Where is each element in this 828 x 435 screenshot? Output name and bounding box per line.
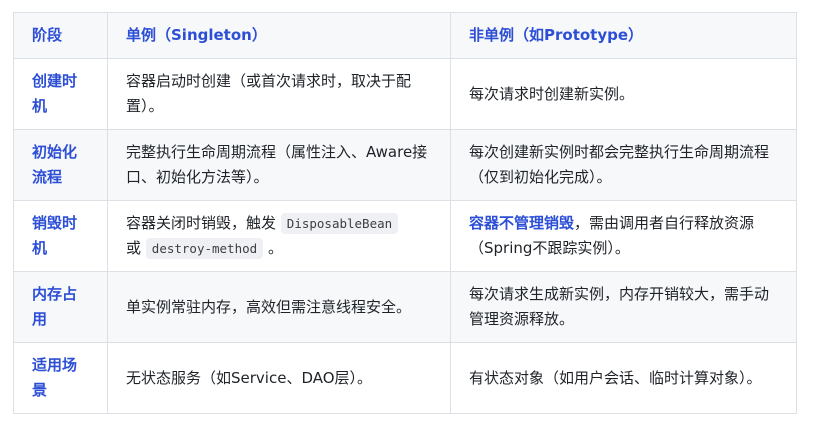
prototype-cell: 容器不管理销毁，需由调用者自行释放资源（Spring不跟踪实例）。	[450, 200, 797, 272]
prototype-strong-text: 容器不管理销毁	[469, 214, 575, 232]
singleton-cell: 完整执行生命周期流程（属性注入、Aware接口、初始化方法等）。	[107, 129, 451, 201]
singleton-text-or: 或	[126, 239, 142, 257]
singleton-cell: 容器启动时创建（或首次请求时，取决于配置）。	[107, 58, 451, 130]
comparison-table-container: 阶段 单例（Singleton） 非单例（如Prototype） 创建时机 容器…	[13, 12, 797, 414]
singleton-cell: 单实例常驻内存，高效但需注意线程安全。	[107, 271, 451, 343]
header-singleton: 单例（Singleton）	[107, 12, 451, 59]
header-stage: 阶段	[13, 12, 108, 59]
prototype-cell: 有状态对象（如用户会话、临时计算对象）。	[450, 342, 797, 414]
singleton-text-pre: 容器关闭时销毁，触发	[126, 214, 277, 232]
singleton-cell: 无状态服务（如Service、DAO层）。	[107, 342, 451, 414]
table-row: 内存占用 单实例常驻内存，高效但需注意线程安全。 每次请求生成新实例，内存开销较…	[13, 271, 797, 343]
table-row: 销毁时机 容器关闭时销毁，触发 DisposableBean 或 destroy-…	[13, 200, 797, 272]
singleton-text-end: 。	[267, 239, 283, 257]
stage-cell: 创建时机	[13, 58, 108, 130]
prototype-cell: 每次请求生成新实例，内存开销较大，需手动管理资源释放。	[450, 271, 797, 343]
stage-cell: 初始化流程	[13, 129, 108, 201]
table-header-row: 阶段 单例（Singleton） 非单例（如Prototype）	[13, 12, 797, 59]
prototype-cell: 每次请求时创建新实例。	[450, 58, 797, 130]
singleton-cell: 容器关闭时销毁，触发 DisposableBean 或 destroy-metho…	[107, 200, 451, 272]
code-destroy-method: destroy-method	[145, 238, 264, 259]
comparison-table: 阶段 单例（Singleton） 非单例（如Prototype） 创建时机 容器…	[13, 12, 797, 414]
code-disposablebean: DisposableBean	[280, 213, 399, 234]
stage-cell: 销毁时机	[13, 200, 108, 272]
stage-cell: 内存占用	[13, 271, 108, 343]
table-row: 初始化流程 完整执行生命周期流程（属性注入、Aware接口、初始化方法等）。 每…	[13, 129, 797, 201]
table-row: 适用场景 无状态服务（如Service、DAO层）。 有状态对象（如用户会话、临…	[13, 342, 797, 414]
stage-cell: 适用场景	[13, 342, 108, 414]
prototype-cell: 每次创建新实例时都会完整执行生命周期流程（仅到初始化完成）。	[450, 129, 797, 201]
table-row: 创建时机 容器启动时创建（或首次请求时，取决于配置）。 每次请求时创建新实例。	[13, 58, 797, 130]
header-prototype: 非单例（如Prototype）	[450, 12, 797, 59]
